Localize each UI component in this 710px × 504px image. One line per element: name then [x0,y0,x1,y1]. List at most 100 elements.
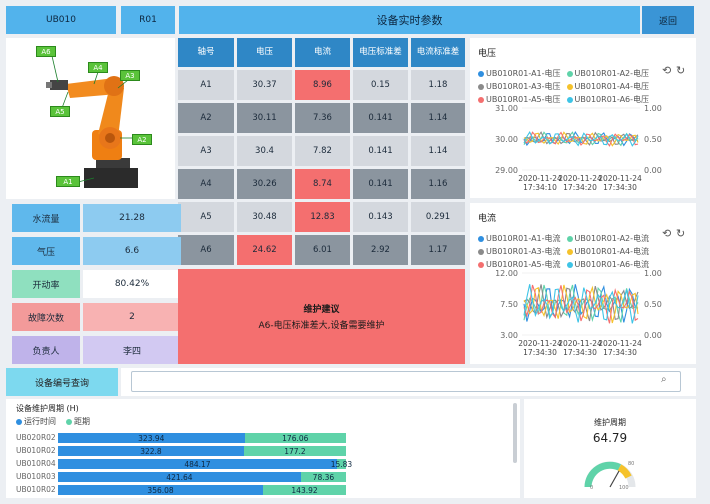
gauge-mark: 80 [628,461,635,467]
cell-current: 7.82 [295,136,350,166]
y-right-tick: 0.50 [644,135,662,144]
cell-voltage-std: 0.141 [353,136,408,166]
axis-label-a3: A3 [120,70,140,81]
cell-voltage: 30.37 [237,70,292,100]
bar-remain[interactable]: 78.36 [300,472,346,482]
maintenance-message: A6-电压标准差大,设备需要维护 [258,321,385,331]
voltage-line-chart: 29.00 30.00 31.00 0.00 0.50 1.00 2020-11-24 17:… [495,104,662,192]
bar-category-label: UB010R02 [16,446,56,455]
bar-run[interactable]: 322.8 [58,446,244,456]
bar-chart-title: 设备维护周期 (H) [16,404,79,413]
axis-label-a4: A4 [88,62,108,73]
x-tick: 2020-11-24 17:34:30 [558,339,602,357]
y-left-tick: 30.00 [495,135,518,144]
gauge-value: 64.79 [592,431,628,445]
water-flow-value: 21.28 [83,204,181,232]
x-tick: 2020-11-24 17:34:30 [598,174,642,192]
cell-current-std: 1.17 [411,235,465,265]
y-right-tick: 0.50 [644,300,662,309]
cell-current: 12.83 [295,202,350,232]
y-right-tick: 1.00 [644,269,662,278]
cell-axis: A1 [178,70,234,100]
owner-value: 李四 [83,336,181,364]
cell-axis: A3 [178,136,234,166]
search-input[interactable] [131,371,681,392]
page-title: 设备实时参数 [179,6,640,34]
bar-remain[interactable]: 143.92 [263,485,346,495]
voltage-chart-panel: 电压 ⟲ ↻ UB010R01-A1-电压 UB010R01-A2-电压 UB010… [470,38,696,198]
device-code-tab[interactable]: UB010 [6,6,116,34]
legend-remain-dot [66,418,72,425]
owner-label: 负责人 [12,336,80,364]
gauge-min: 0 [590,485,594,491]
gauge-title: 维护周期 [594,418,626,427]
air-pressure-value: 6.6 [83,237,181,265]
failure-count-label: 故障次数 [12,303,80,331]
bar-remain[interactable]: 177.2 [243,446,346,456]
cell-axis: A2 [178,103,234,133]
bar-remain[interactable]: 15.83 [331,459,352,469]
y-left-tick: 12.00 [495,269,518,278]
air-pressure-label: 气压 [12,237,80,265]
search-label: 设备编号查询 [6,368,118,396]
cell-current: 8.74 [295,169,350,199]
legend-remain: 距期 [66,416,90,427]
bar-category-label: UB010R02 [16,485,56,494]
x-tick: 2020-11-24 17:34:20 [558,174,602,192]
cell-voltage: 30.4 [237,136,292,166]
maintenance-title: 维护建议 [303,305,340,315]
gauge-fill [584,461,622,488]
cell-axis: A4 [178,169,234,199]
bar-run[interactable]: 484.17 [58,459,337,469]
cell-voltage: 24.62 [237,235,292,265]
bar-category-label: UB010R04 [16,459,56,468]
bar-run[interactable]: 323.94 [58,433,245,443]
legend-run-dot [16,418,22,425]
bar-category-label: UB020R02 [16,433,56,442]
gauge-max: 100 [619,485,629,491]
failure-count-value: 2 [83,303,181,331]
cell-voltage-std: 0.141 [353,169,408,199]
scrollbar[interactable] [513,403,517,463]
col-voltage-std: 电压标准差 [353,38,408,67]
cell-current-std: 1.18 [411,70,465,100]
cell-voltage-std: 0.141 [353,103,408,133]
legend-remain-label: 距期 [74,417,90,426]
robot-code: R01 [139,15,157,25]
maintenance-alert: 维护建议 A6-电压标准差大,设备需要维护 [178,269,465,364]
bar-run[interactable]: 356.08 [58,485,264,495]
y-left-tick: 29.00 [495,166,518,175]
search-icon[interactable]: ⌕ [661,374,667,385]
current-chart-panel: 电流 ⟲ ↻ UB010R01-A1-电流 UB010R01-A2-电流 UB010… [470,203,696,364]
legend-run: 运行时间 [16,416,56,427]
cell-voltage-std: 2.92 [353,235,408,265]
cell-voltage-std: 0.15 [353,70,408,100]
cell-voltage-std: 0.143 [353,202,408,232]
y-left-tick: 7.50 [500,300,518,309]
maintenance-cycle-panel: 设备维护周期 (H) 运行时间 距期 UB020R02 323.94 176.06 U… [6,399,520,498]
axis-label-a1: A1 [56,176,80,187]
bar-remain[interactable]: 176.06 [244,433,346,443]
cell-current: 8.96 [295,70,350,100]
page-title-text: 设备实时参数 [376,14,443,27]
legend-run-label: 运行时间 [24,417,56,426]
cell-voltage: 30.26 [237,169,292,199]
bar-run[interactable]: 421.64 [58,472,301,482]
search-bar: ⌕ [121,368,696,396]
cell-current: 6.01 [295,235,350,265]
x-tick: 2020-11-24 17:34:30 [598,339,642,357]
axis-label-a6: A6 [36,46,56,57]
y-left-tick: 31.00 [495,104,518,113]
cell-axis: A6 [178,235,234,265]
y-right-tick: 0.00 [644,166,662,175]
back-button[interactable]: 返回 [642,6,694,34]
current-line-chart: 3.00 7.50 12.00 0.00 0.50 1.00 2020-11-24 17:34… [495,269,662,357]
axis-label-a2: A2 [132,134,152,145]
robot-code-tab[interactable]: R01 [121,6,175,34]
col-current: 电流 [295,38,350,67]
col-current-std: 电流标准差 [411,38,465,67]
bar-chart-legend: 运行时间 距期 [16,416,90,427]
back-button-label: 返回 [658,16,677,27]
cell-current-std: 1.16 [411,169,465,199]
y-right-tick: 1.00 [644,104,662,113]
